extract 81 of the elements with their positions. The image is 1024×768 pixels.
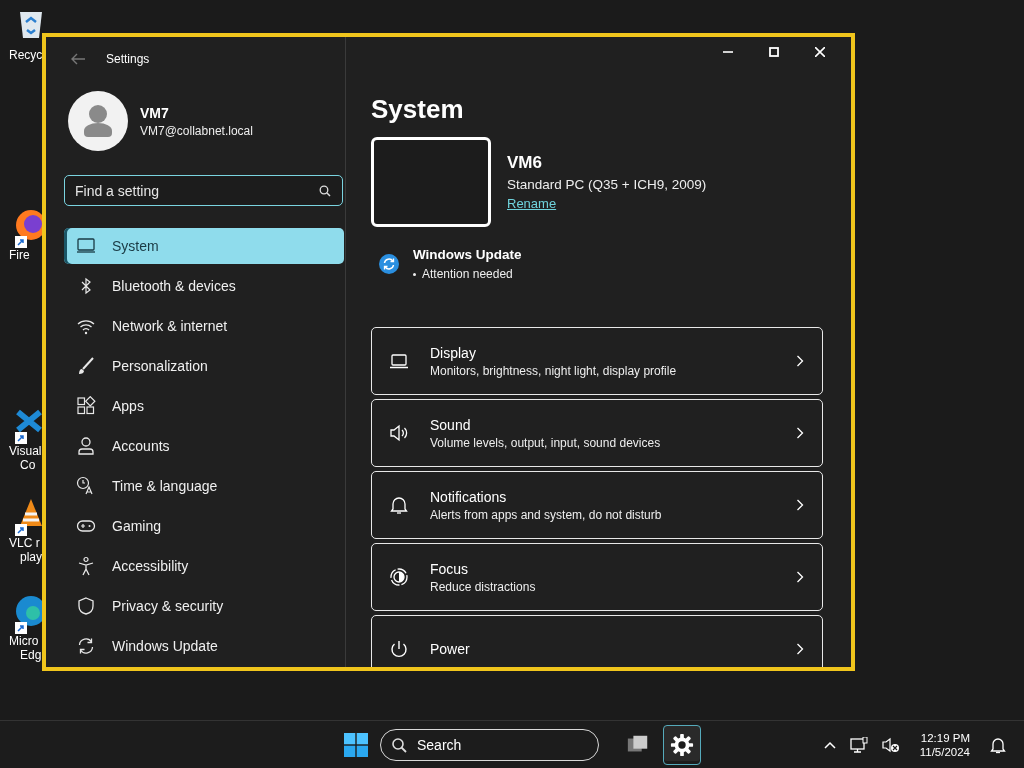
device-name: VM6 <box>507 153 543 173</box>
gear-icon <box>670 732 694 757</box>
chevron-right-icon <box>796 571 804 583</box>
sidebar-item[interactable]: Network & internet <box>64 308 344 344</box>
sidebar-item[interactable]: Personalization <box>64 348 344 384</box>
settings-card[interactable]: Display Monitors, brightness, night light, display profile <box>371 327 823 395</box>
monitor-icon <box>76 236 96 256</box>
person-icon <box>76 436 96 456</box>
sidebar-item[interactable]: Windows Update <box>64 628 344 664</box>
card-title: Display <box>430 344 477 361</box>
speaker-icon <box>389 423 409 443</box>
chevron-right-icon <box>796 643 804 655</box>
card-subtitle: Volume levels, output, input, sound devices <box>430 435 662 450</box>
shortcut-arrow-icon <box>15 524 27 536</box>
settings-card[interactable]: Notifications Alerts from apps and system, do not disturb <box>371 471 823 539</box>
sidebar-item[interactable]: Accessibility <box>64 548 344 584</box>
update-title: Windows Update <box>413 247 522 262</box>
card-title: Focus <box>430 560 470 577</box>
page-title: System <box>371 93 465 126</box>
power-icon <box>389 639 409 659</box>
network-icon[interactable] <box>849 736 868 753</box>
shortcut-arrow-icon <box>15 622 27 634</box>
user-email: VM7@collabnet.local <box>140 123 253 138</box>
shield-icon <box>76 596 96 616</box>
brush-icon <box>76 356 96 376</box>
chevron-right-icon <box>796 499 804 511</box>
update-icon <box>379 254 399 274</box>
card-subtitle: Reduce distractions <box>430 579 537 594</box>
search-icon <box>391 736 407 753</box>
settings-card[interactable]: Power <box>371 615 823 667</box>
card-title: Sound <box>430 416 472 433</box>
bell-icon[interactable] <box>990 735 1006 754</box>
settings-card[interactable]: Focus Reduce distractions <box>371 543 823 611</box>
desktop-icon-label[interactable]: Recyc <box>6 48 43 62</box>
card-title: Power <box>430 641 471 657</box>
back-arrow-icon[interactable] <box>70 53 86 65</box>
settings-card[interactable]: Sound Volume levels, output, input, sound devices <box>371 399 823 467</box>
maximize-icon[interactable] <box>769 47 779 57</box>
sidebar-item[interactable]: Privacy & security <box>64 588 344 624</box>
focus-icon <box>389 567 409 587</box>
sidebar-item[interactable]: Apps <box>64 388 344 424</box>
sidebar-item[interactable]: Accounts <box>64 428 344 464</box>
desktop-icon-label[interactable]: Fire <box>6 248 30 262</box>
rename-link[interactable]: Rename <box>507 196 557 211</box>
search-field[interactable]: Find a setting <box>64 175 343 206</box>
desktop-icon-label[interactable]: Micro <box>6 634 39 648</box>
chevron-right-icon <box>796 355 804 367</box>
update-status: Attention needed <box>413 267 522 281</box>
sidebar-item[interactable]: Bluetooth & devices <box>64 268 344 304</box>
muted-speaker-icon[interactable] <box>881 736 900 753</box>
start-icon[interactable] <box>344 732 368 757</box>
desktop-icon-label[interactable]: Co <box>20 458 36 472</box>
desktop-icon-label[interactable]: Edg <box>20 648 42 662</box>
apps-icon <box>76 396 96 416</box>
clock-time[interactable]: 12:19 PM <box>920 731 970 744</box>
bell-icon <box>389 495 409 515</box>
desktop-icon-label[interactable]: VLC r <box>6 536 40 550</box>
card-subtitle: Monitors, brightness, night light, display profile <box>430 363 678 378</box>
desktop-icon-label[interactable]: Visual <box>6 444 42 458</box>
refresh-icon <box>76 636 96 656</box>
chevron-right-icon <box>796 427 804 439</box>
window-title: Settings <box>106 52 150 66</box>
sidebar-item[interactable]: Gaming <box>64 508 344 544</box>
desktop-icon-label[interactable]: play <box>20 550 42 564</box>
chevron-up-icon[interactable] <box>823 740 836 749</box>
avatar-icon <box>68 91 128 151</box>
search-icon <box>319 185 331 197</box>
sidebar-item[interactable]: Time & language <box>64 468 344 504</box>
taskbar-search[interactable]: Search <box>380 728 599 761</box>
shortcut-arrow-icon <box>15 432 27 444</box>
accessibility-icon <box>76 556 96 576</box>
sidebar-item[interactable]: System <box>64 228 344 264</box>
clock-date[interactable]: 11/5/2024 <box>919 745 970 758</box>
taskbar-app[interactable] <box>663 724 701 765</box>
laptop-icon <box>389 351 409 371</box>
shortcut-arrow-icon <box>15 236 27 248</box>
card-subtitle: Alerts from apps and system, do not disturb <box>430 507 663 522</box>
close-icon[interactable] <box>815 47 825 57</box>
user-name: VM7 <box>140 104 170 121</box>
device-model: Standard PC (Q35 + ICH9, 2009) <box>507 177 707 192</box>
card-title: Notifications <box>430 488 508 505</box>
